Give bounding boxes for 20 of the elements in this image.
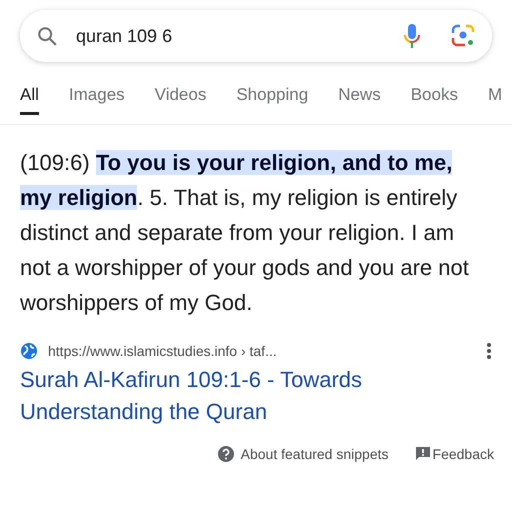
tab[interactable]: Shopping bbox=[236, 85, 308, 115]
tab[interactable]: News bbox=[338, 85, 381, 115]
result-title-link[interactable]: Surah Al-Kafirun 109:1-6 - Towards Understanding the Quran bbox=[20, 364, 492, 428]
search-icon bbox=[36, 25, 58, 47]
feedback-link[interactable]: Feedback bbox=[432, 446, 494, 462]
tab[interactable]: Images bbox=[68, 85, 125, 115]
camera-icon[interactable] bbox=[450, 23, 476, 49]
result-url[interactable]: https://www.islamicstudies.info › taf... bbox=[48, 343, 486, 359]
more-icon[interactable] bbox=[486, 342, 492, 360]
globe-icon bbox=[20, 342, 38, 360]
tab[interactable]: Videos bbox=[154, 85, 206, 115]
tab[interactable]: M bbox=[488, 85, 502, 115]
tab[interactable]: All bbox=[20, 85, 39, 115]
microphone-icon[interactable] bbox=[404, 23, 420, 49]
about-snippets-link[interactable]: About featured snippets bbox=[240, 446, 389, 462]
snippet-text: (109:6) To you is your religion, and to me, my religion. 5. That is, my religion is entirely distinct and separate from your religion. I am not a worshipper of your gods and you are not worshippers of my God. bbox=[20, 149, 470, 317]
help-icon bbox=[216, 445, 235, 463]
feedback-icon bbox=[414, 446, 431, 462]
search-input[interactable]: quran 109 6 bbox=[74, 24, 404, 48]
tab[interactable]: Books bbox=[410, 85, 458, 115]
